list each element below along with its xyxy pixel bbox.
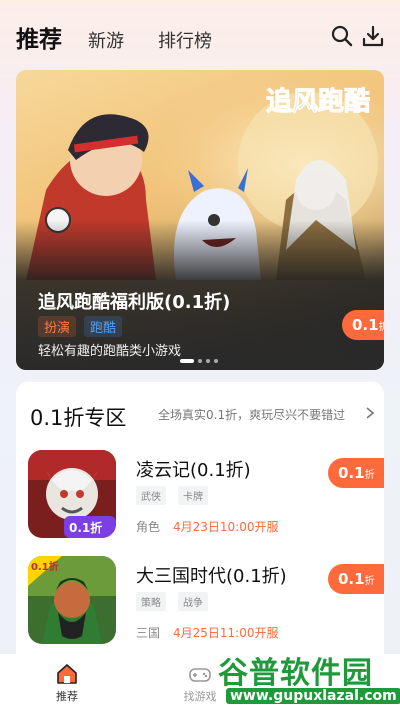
- featured-banner[interactable]: 追风跑酷 追风跑酷福利版(0.1折) 扮演 跑酷 轻松有趣的跑酷类小游戏 0.1…: [16, 70, 384, 370]
- game-tag: 战争: [178, 592, 208, 611]
- game-category: 角色: [136, 520, 161, 534]
- banner-tag-role: 扮演: [38, 316, 77, 337]
- download-icon[interactable]: [361, 24, 385, 48]
- game-tag: 策略: [136, 592, 166, 611]
- tab-recommend[interactable]: 推荐: [16, 20, 62, 54]
- badge-unit: 折: [364, 576, 375, 587]
- game-open-date: 4月23日10:00开服: [173, 520, 279, 534]
- chevron-right-icon[interactable]: [365, 406, 375, 420]
- game-item[interactable]: 0.1折 大三国时代(0.1折) 策略 战争 三国 4月25日11:00开服 0…: [16, 556, 384, 648]
- gamepad-icon: [189, 668, 211, 682]
- icon-discount-label: 0.1折: [31, 560, 59, 573]
- carousel-dot: [180, 359, 194, 363]
- banner-art-title: 追风跑酷: [266, 86, 370, 117]
- tab-ranking[interactable]: 排行榜: [158, 27, 212, 53]
- nav-item-recommend[interactable]: 推荐: [37, 662, 97, 704]
- carousel-dot: [198, 359, 202, 363]
- banner-tag-parkour: 跑酷: [84, 316, 123, 337]
- badge-value: 0.1: [338, 570, 365, 588]
- game-name: 凌云记(0.1折): [136, 460, 251, 481]
- banner-description: 轻松有趣的跑酷类小游戏: [38, 344, 182, 359]
- game-discount-badge[interactable]: 0.1折: [328, 564, 384, 594]
- game-item[interactable]: 0.1折 凌云记(0.1折) 武侠 卡牌 角色 4月23日10:00开服 0.1…: [16, 450, 384, 542]
- discount-zone-card: 0.1折专区 全场真实0.1折，爽玩尽兴不要错过 0.1折 凌云记(0.1折) …: [16, 382, 384, 682]
- badge-value: 0.1: [338, 464, 365, 482]
- section-title: 0.1折专区: [30, 406, 127, 430]
- section-more-link[interactable]: 全场真实0.1折，爽玩尽兴不要错过: [158, 406, 345, 423]
- site-watermark: 谷普软件园 www.gupuxlazal.com: [218, 648, 400, 711]
- game-category: 三国: [136, 626, 161, 640]
- game-name: 大三国时代(0.1折): [136, 566, 287, 587]
- icon-discount-label: 0.1折: [69, 520, 102, 535]
- game-discount-badge[interactable]: 0.1折: [328, 458, 384, 488]
- search-icon[interactable]: [330, 24, 354, 48]
- badge-value: 0.1: [352, 316, 379, 334]
- tab-new-games[interactable]: 新游: [88, 27, 124, 53]
- badge-unit: 折: [364, 470, 375, 481]
- game-tag: 卡牌: [178, 486, 208, 505]
- banner-title: 追风跑酷福利版(0.1折): [38, 292, 231, 313]
- watermark-text: 谷普软件园: [218, 656, 373, 691]
- nav-label: 推荐: [56, 690, 78, 703]
- game-icon-dasanguo[interactable]: 0.1折: [28, 556, 116, 644]
- carousel-dot: [206, 359, 210, 363]
- home-icon: [57, 664, 77, 684]
- badge-unit: 折: [378, 322, 384, 333]
- watermark-url: www.gupuxlazal.com: [226, 688, 400, 704]
- game-icon-lingyunji[interactable]: 0.1折: [28, 450, 116, 538]
- carousel-dot: [214, 359, 218, 363]
- game-tag: 武侠: [136, 486, 166, 505]
- banner-discount-badge[interactable]: 0.1折: [342, 310, 384, 340]
- top-bar: 推荐 新游 排行榜: [0, 0, 400, 70]
- game-open-date: 4月25日11:00开服: [173, 626, 279, 640]
